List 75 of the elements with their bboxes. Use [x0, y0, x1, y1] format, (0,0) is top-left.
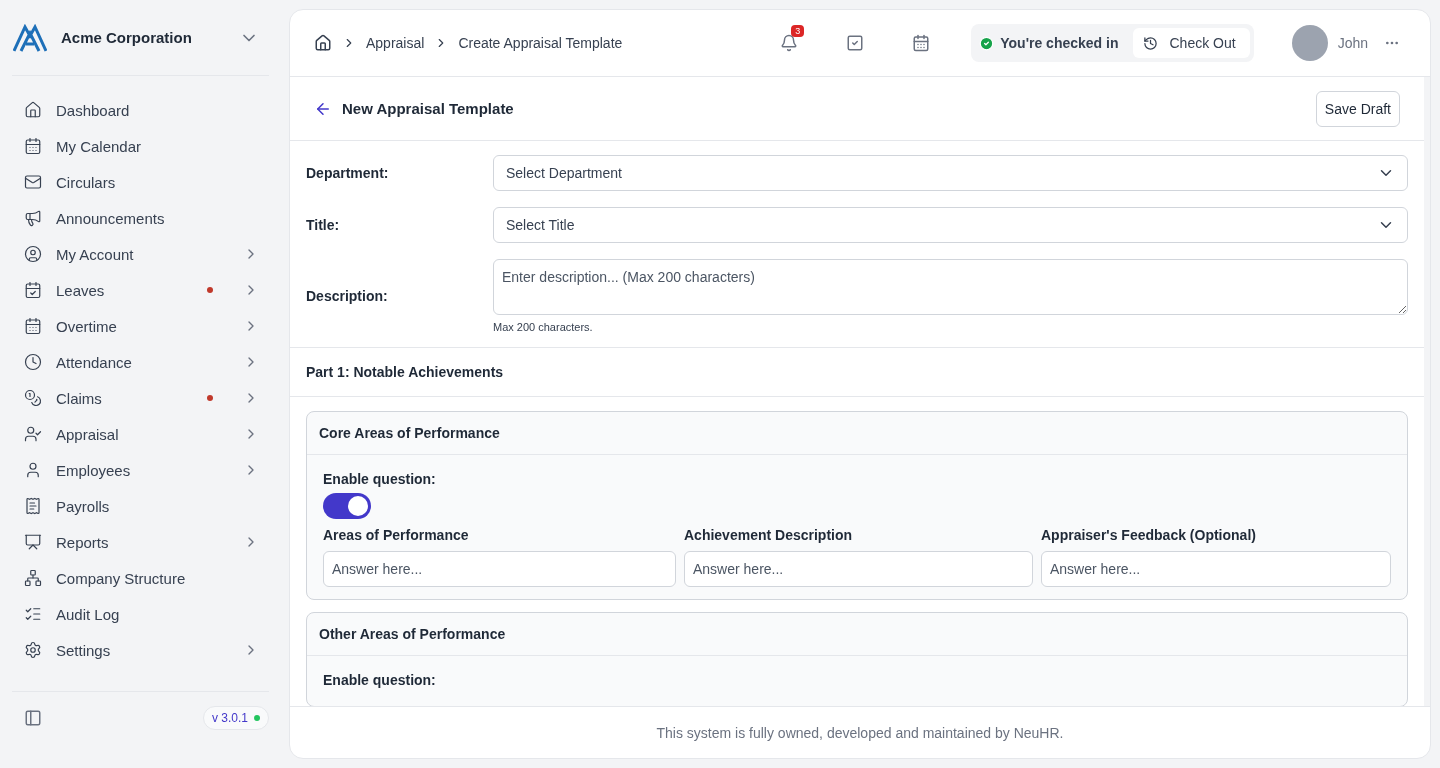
select-field[interactable]: Select Department [493, 155, 1408, 191]
sidebar-item[interactable]: Audit Log [12, 596, 269, 632]
checkin-status: You're checked in [1000, 35, 1119, 51]
column-label: Areas of Performance [323, 527, 470, 543]
select-field[interactable]: Select Title [493, 207, 1408, 243]
presentation-board-icon [24, 533, 42, 551]
sidebar-toggle-icon[interactable] [24, 708, 42, 727]
notifications-button[interactable]: 3 [761, 23, 818, 63]
answer-field[interactable]: Answer here... [1041, 551, 1391, 587]
history-icon [1142, 35, 1158, 51]
mail-icon [24, 173, 42, 191]
description-field[interactable]: Enter description... (Max 200 characters) [493, 259, 1408, 315]
clock-icon [24, 353, 42, 371]
sidebar-item[interactable]: Company Structure [12, 560, 269, 596]
home-icon [24, 101, 42, 119]
user-icon [24, 461, 42, 479]
page-title: New Appraisal Template [342, 100, 515, 117]
bell-icon [780, 34, 799, 52]
sidebar-item[interactable]: Circulars [12, 164, 269, 200]
answer-field[interactable]: Answer here... [323, 551, 676, 587]
sidebar-item[interactable]: Claims [12, 380, 269, 416]
sidebar-item[interactable]: My Account [12, 236, 269, 272]
settings-icon [24, 641, 42, 659]
column-label: Appraiser's Feedback (Optional) [1041, 527, 1257, 543]
megaphone-icon [24, 209, 42, 227]
answer-field[interactable]: Answer here... [684, 551, 1033, 587]
alert-dot [207, 287, 213, 293]
field-label: Title: [306, 217, 341, 233]
version-badge: v 3.0.1 [202, 705, 269, 730]
section-title: Part 1: Notable Achievements [290, 348, 1424, 397]
sidebar-item[interactable]: Settings [12, 632, 269, 668]
user-circle-icon [24, 245, 42, 263]
sidebar-item[interactable]: Attendance [12, 344, 269, 380]
question-title: Core Areas of Performance [307, 412, 1407, 455]
footer-text: This system is fully owned, developed and maintained by NeuHR. [290, 706, 1430, 758]
notification-count: 3 [791, 25, 805, 37]
sidebar-item[interactable]: Reports [12, 524, 269, 560]
sidebar-item[interactable]: Employees [12, 452, 269, 488]
checklist-icon [24, 605, 42, 623]
status-dot [254, 714, 260, 721]
sidebar-item[interactable]: Leaves [12, 272, 269, 308]
sidebar-item[interactable]: My Calendar [12, 128, 269, 164]
save-draft-button[interactable]: Save Draft [1315, 90, 1400, 127]
checkbox-icon [846, 34, 865, 52]
alert-dot [207, 395, 213, 401]
calendar-check-icon [24, 281, 42, 299]
question-title: Other Areas of Performance [307, 613, 1407, 656]
enable-question-label: Enable question: [323, 471, 437, 487]
sidebar-item[interactable]: Overtime [12, 308, 269, 344]
user-name: John [1337, 35, 1368, 51]
user-avatar[interactable] [1291, 25, 1328, 61]
home-icon[interactable] [314, 34, 332, 52]
toggle-switch[interactable] [323, 493, 371, 519]
column-label: Achievement Description [684, 527, 854, 543]
check-out-button[interactable]: Check Out [1132, 28, 1250, 58]
company-logo [13, 23, 47, 52]
breadcrumb-link[interactable]: Appraisal [366, 35, 425, 51]
company-name: Acme Corporation [61, 29, 193, 46]
sidebar-item[interactable]: Announcements [12, 200, 269, 236]
field-label: Description: [306, 288, 389, 304]
field-hint: Max 200 characters. [493, 321, 594, 333]
enable-question-label: Enable question: [323, 672, 437, 688]
sidebar-item[interactable]: Appraisal [12, 416, 269, 452]
calendar-icon [24, 137, 42, 155]
calendar-icon [24, 317, 42, 335]
coins-icon [24, 389, 42, 407]
breadcrumb-link[interactable]: Create Appraisal Template [458, 35, 623, 51]
network-icon [24, 569, 42, 587]
check-circle-icon [979, 35, 995, 51]
receipt-icon [24, 497, 42, 515]
field-label: Department: [306, 165, 390, 181]
sidebar-item[interactable]: Payrolls [12, 488, 269, 524]
calendar-icon [912, 34, 931, 52]
user-check-icon [24, 425, 42, 443]
sidebar-item[interactable]: Dashboard [12, 92, 269, 128]
